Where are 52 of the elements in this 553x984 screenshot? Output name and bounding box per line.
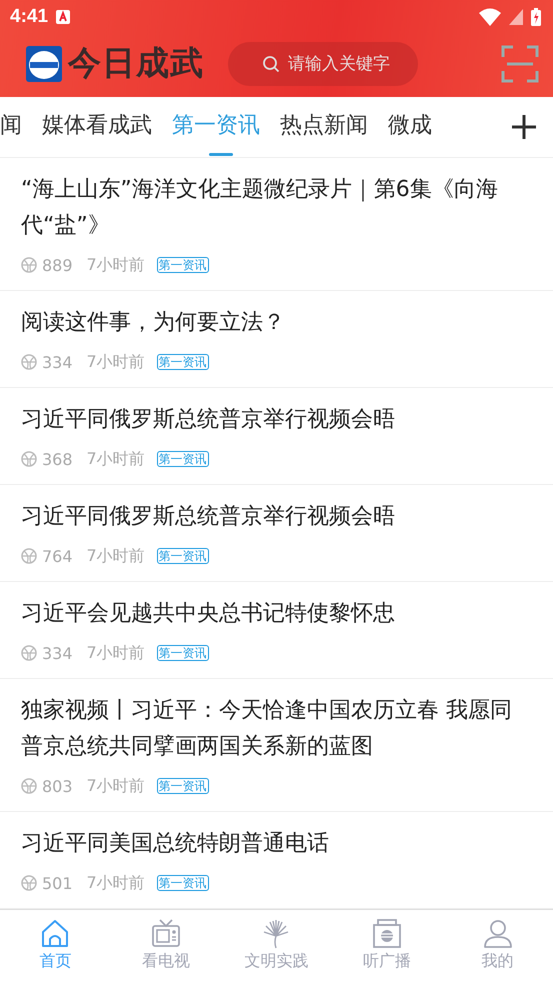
category-tag: 第一资讯	[156, 548, 209, 564]
ball-icon	[21, 778, 37, 794]
tab[interactable]: 闻	[0, 97, 22, 157]
article-title[interactable]: 阅读这件事，为何要立法？	[21, 305, 533, 341]
add-icon[interactable]	[511, 114, 537, 140]
view-count: 334	[42, 352, 73, 372]
radio-icon	[371, 918, 404, 950]
article-title[interactable]: 习近平会见越共中央总书记特使黎怀忠	[21, 596, 533, 632]
view-count: 368	[42, 450, 73, 468]
view-count: 501	[42, 874, 73, 892]
ball-icon	[21, 257, 37, 273]
battery-icon	[531, 8, 541, 26]
article-title[interactable]: 习近平同俄罗斯总统普京举行视频会晤	[21, 499, 533, 535]
logo-icon	[26, 46, 62, 82]
tab[interactable]: 媒体看成武	[42, 97, 152, 157]
tab[interactable]: 微成	[388, 97, 432, 157]
tv-icon	[150, 918, 182, 950]
category-tag: 第一资讯	[156, 257, 209, 273]
ball-icon	[21, 645, 37, 661]
wifi-icon	[479, 8, 501, 26]
post-time: 7小时前	[86, 872, 145, 894]
post-time: 7小时前	[86, 546, 145, 566]
post-time: 7小时前	[86, 254, 145, 276]
category-tag: 第一资讯	[156, 451, 209, 467]
view-count: 764	[42, 546, 73, 566]
user-icon	[482, 918, 514, 950]
ball-icon	[21, 548, 37, 564]
tab[interactable]: 热点新闻	[280, 97, 368, 157]
post-time: 7小时前	[86, 776, 145, 796]
post-time: 7小时前	[86, 642, 145, 664]
category-tag: 第一资讯	[156, 354, 209, 370]
search-field[interactable]: 请输入关键字	[228, 42, 418, 86]
search-icon	[262, 54, 280, 72]
article-title[interactable]: “海上山东”海洋文化主题微纪录片｜第6集《向海代“盐”》	[21, 172, 533, 244]
ball-icon	[21, 451, 37, 467]
article-title[interactable]: 习近平同俄罗斯总统普京举行视频会晤	[21, 402, 533, 438]
article-title[interactable]: 习近平同美国总统特朗普通电话	[21, 826, 533, 862]
signal-icon	[509, 9, 523, 25]
ball-icon	[21, 875, 37, 891]
category-tag: 第一资讯	[156, 778, 209, 794]
post-time: 7小时前	[86, 448, 145, 470]
app-title: 今日成武	[68, 42, 204, 84]
status-time: 4:41	[10, 6, 48, 28]
post-time: 7小时前	[86, 352, 145, 372]
view-count: 803	[42, 776, 73, 796]
category-tag: 第一资讯	[156, 645, 209, 661]
view-count: 889	[42, 256, 73, 274]
ball-icon	[21, 354, 37, 370]
category-tag: 第一资讯	[156, 875, 209, 891]
article-title[interactable]: 独家视频丨习近平：今天恰逢中国农历立春 我愿同普京总统共同擘画两国关系新的蓝图	[21, 693, 533, 765]
view-count: 334	[42, 644, 73, 662]
notification-icon	[56, 10, 70, 24]
